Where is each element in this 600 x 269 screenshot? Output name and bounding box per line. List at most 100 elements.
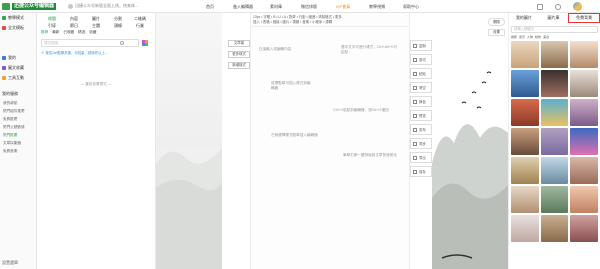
search-icon[interactable]: [120, 41, 124, 45]
editor-tip: 選中文字可進行樣式，Ctrl+Alt+V可粘貼: [341, 45, 397, 54]
style-hint: ※ 按住Ctrl點擊多選，可批量，請操作以上...: [41, 51, 108, 55]
new-style-button[interactable]: 新增樣式: [228, 62, 250, 69]
logo[interactable]: 迅捷公众号编辑器: [2, 3, 57, 10]
sync-button[interactable]: 同步: [410, 138, 432, 149]
category-tab[interactable]: 標題: [41, 15, 63, 22]
category-tab[interactable]: 圖片: [85, 15, 107, 22]
export-button[interactable]: 导出: [410, 152, 432, 163]
avatar[interactable]: [573, 2, 582, 11]
nav-item[interactable]: 首页: [195, 0, 225, 13]
nav-item[interactable]: 微信排版: [291, 0, 327, 13]
copy-button[interactable]: 复制: [410, 40, 432, 51]
image-thumbnail[interactable]: [570, 128, 598, 155]
tool-label: 复制: [419, 44, 426, 48]
settings-float-button[interactable]: 设置: [488, 29, 505, 36]
save-button[interactable]: 保存: [410, 166, 432, 177]
image-thumbnail[interactable]: [540, 157, 569, 184]
left-nav-sub-item[interactable]: 免費推薦: [0, 115, 36, 123]
filter-tab[interactable]: 精选: [78, 30, 85, 35]
image-thumbnail[interactable]: [570, 186, 598, 213]
more-styles-button[interactable]: 更多樣式: [228, 51, 250, 58]
preview-icon: [413, 113, 417, 118]
tab-free-background[interactable]: 免費背景: [568, 13, 600, 23]
settings-menu[interactable]: 設置選單: [2, 260, 18, 266]
publish-button[interactable]: 发布: [410, 124, 432, 135]
left-nav-item-styles[interactable]: 教學模式: [0, 13, 36, 23]
category-tab[interactable]: 節日: [63, 22, 85, 29]
tag[interactable]: 人物: [527, 35, 533, 39]
close-float-button[interactable]: 關閉: [488, 18, 505, 26]
filter-tab[interactable]: 收藏: [89, 30, 96, 35]
category-tab[interactable]: 二維碼: [129, 15, 151, 22]
tab-my-images[interactable]: 我的圖片: [509, 15, 539, 21]
notice-bar[interactable]: 迅捷公众号新版全面上线，快来体...: [68, 3, 138, 9]
image-thumbnail[interactable]: [570, 70, 598, 97]
image-thumbnail[interactable]: [511, 157, 539, 184]
image-search-input[interactable]: 請輸入關鍵字: [511, 26, 598, 33]
color-palette-icon[interactable]: [142, 40, 148, 46]
category-tab[interactable]: 內容: [63, 15, 85, 22]
left-nav-sub-item[interactable]: 免費音樂: [0, 147, 36, 155]
left-nav-sub-item[interactable]: 文章採集器: [0, 139, 36, 147]
image-thumbnail[interactable]: [570, 99, 598, 126]
left-nav-sub-item[interactable]: 熱門公號數據: [0, 123, 36, 131]
gift-icon[interactable]: [537, 3, 543, 10]
image-thumbnail[interactable]: [570, 215, 598, 242]
tools-icon: [2, 76, 6, 80]
tool-label: 剪切: [419, 58, 426, 62]
image-thumbnail[interactable]: [570, 41, 598, 68]
toolbar-row[interactable]: 插入 • 表格 • 鏈接 • 圖片 • 視頻 • 音樂 • 小程序 • 源碼: [253, 20, 407, 25]
nav-item[interactable]: 進入編輯器: [225, 0, 261, 13]
preview-button[interactable]: 预览: [410, 110, 432, 121]
image-thumbnail[interactable]: [511, 41, 539, 68]
left-nav-item-mine[interactable]: 我的: [0, 53, 36, 63]
left-nav-item-template[interactable]: 全文模板: [0, 23, 36, 33]
image-thumbnail[interactable]: [511, 128, 539, 155]
left-nav-item-collect[interactable]: 圖文收藏: [0, 63, 36, 73]
filter-tab[interactable]: 最新: [52, 30, 59, 35]
image-thumbnail[interactable]: [511, 186, 539, 213]
tag[interactable]: 美食: [543, 35, 549, 39]
image-thumbnail[interactable]: [511, 215, 539, 242]
left-nav-sub-item[interactable]: 熱門組件推薦: [0, 107, 36, 115]
user-icon[interactable]: [555, 3, 561, 10]
clear-button[interactable]: 清空: [410, 82, 432, 93]
publish-icon: [413, 127, 417, 132]
tab-image-library[interactable]: 圖片庫: [539, 15, 569, 21]
cut-button[interactable]: 剪切: [410, 54, 432, 65]
image-thumbnail[interactable]: [540, 128, 569, 155]
image-thumbnail[interactable]: [511, 70, 539, 97]
editor-area[interactable]: 13px • 字體 • B I U • A • 對齊 • 行距 • 縮進 • 清…: [250, 13, 410, 269]
color-button[interactable]: 换色: [410, 96, 432, 107]
image-thumbnail[interactable]: [540, 99, 569, 126]
filter-tab[interactable]: 已收藏: [63, 30, 74, 35]
image-panel-tabs: 我的圖片 圖片庫 免費背景: [509, 13, 600, 23]
category-tab[interactable]: 行業: [129, 22, 151, 29]
nav-item[interactable]: 素材庫: [261, 0, 291, 13]
category-tab[interactable]: 引導: [41, 22, 63, 29]
style-search-input[interactable]: 樣式搜索: [41, 39, 148, 47]
paste-button[interactable]: 粘贴: [410, 68, 432, 79]
image-thumbnail[interactable]: [570, 157, 598, 184]
filter-tab[interactable]: 推荐: [41, 30, 48, 35]
category-tab[interactable]: 分割: [107, 15, 129, 22]
tag[interactable]: 風景: [519, 35, 525, 39]
category-tab[interactable]: 頭條: [107, 22, 129, 29]
editor-toolbar[interactable]: 13px • 字體 • B I U • A • 對齊 • 行距 • 縮進 • 清…: [251, 13, 409, 27]
image-thumbnail[interactable]: [511, 99, 539, 126]
tag[interactable]: 動物: [535, 35, 541, 39]
nav-item[interactable]: 幫助中心: [395, 0, 427, 13]
left-nav-sub-item[interactable]: 我的導航: [0, 99, 36, 107]
image-thumbnail[interactable]: [540, 70, 569, 97]
tag[interactable]: 推薦: [511, 35, 517, 39]
left-nav-sub-item[interactable]: 熱門推廣: [0, 131, 36, 139]
tool-label: 同步: [419, 142, 426, 146]
image-thumbnail[interactable]: [540, 215, 569, 242]
nav-item-vip[interactable]: VIP會員: [327, 0, 359, 13]
category-tab[interactable]: 主題: [85, 22, 107, 29]
image-thumbnail[interactable]: [540, 186, 569, 213]
nav-item[interactable]: 教學視頻: [359, 0, 395, 13]
left-nav-item-tools[interactable]: 工具互動: [0, 73, 36, 83]
article-button[interactable]: 文章模: [228, 40, 250, 47]
image-thumbnail[interactable]: [540, 41, 569, 68]
